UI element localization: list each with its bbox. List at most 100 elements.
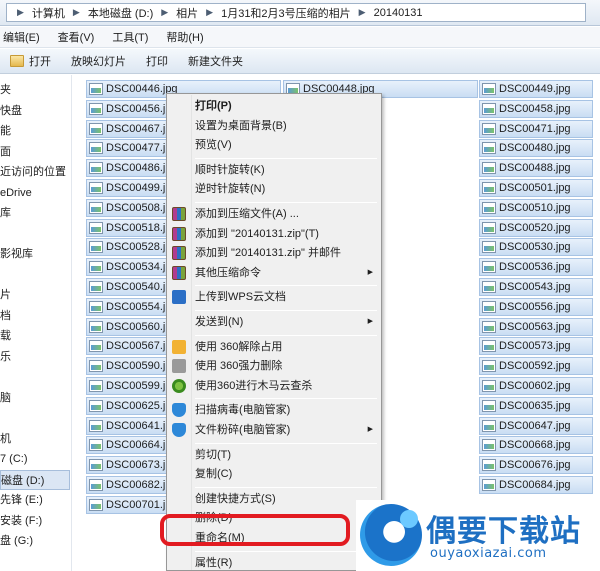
file-item[interactable]: DSC00488.jpg — [479, 159, 593, 178]
nav-item[interactable]: 乐 — [0, 347, 11, 367]
360-shred-icon — [172, 359, 186, 374]
breadcrumb-arrow-icon: ▶ — [358, 7, 366, 17]
file-item[interactable]: DSC00480.jpg — [479, 139, 593, 158]
breadcrumb-segment[interactable]: 1月31和2月3号压缩的相片 — [219, 5, 353, 21]
file-item[interactable]: DSC00668.jpg — [479, 436, 593, 455]
context-menu-item[interactable]: 使用 360强力删除 — [195, 357, 282, 375]
toolbar-button[interactable]: 打印 — [136, 49, 178, 73]
menu-item[interactable]: 帮助(H) — [157, 29, 212, 45]
context-menu-item[interactable]: 剪切(T) — [195, 446, 231, 464]
nav-item[interactable]: 快盘 — [0, 101, 22, 121]
nav-item[interactable]: 库 — [0, 203, 11, 223]
context-menu-item[interactable]: 创建快捷方式(S) — [195, 490, 276, 508]
file-item[interactable]: DSC00556.jpg — [479, 297, 593, 316]
image-file-icon — [89, 142, 103, 155]
file-item[interactable]: DSC00510.jpg — [479, 198, 593, 217]
nav-item[interactable]: eDrive — [0, 183, 32, 203]
file-item[interactable]: DSC00536.jpg — [479, 258, 593, 277]
nav-item[interactable]: 近访问的位置 — [0, 162, 66, 182]
nav-item[interactable]: 面 — [0, 142, 11, 162]
breadcrumb-arrow-icon: ▶ — [17, 7, 24, 17]
menu-item[interactable]: 编辑(E) — [0, 29, 49, 45]
file-item[interactable]: DSC00520.jpg — [479, 218, 593, 237]
context-menu-item[interactable]: 打印(P) — [195, 97, 232, 115]
file-item[interactable]: DSC00471.jpg — [479, 119, 593, 138]
toolbar-button[interactable]: 打开 — [0, 49, 61, 73]
file-item[interactable]: DSC00449.jpg — [479, 80, 593, 98]
file-item[interactable]: DSC00530.jpg — [479, 238, 593, 257]
context-menu-item[interactable]: 逆时针旋转(N) — [195, 180, 265, 198]
breadcrumb-segment[interactable]: 相片 — [174, 5, 200, 21]
file-item[interactable]: DSC00543.jpg — [479, 278, 593, 296]
context-menu-item[interactable]: 使用360进行木马云查杀 — [195, 377, 312, 395]
file-item[interactable]: DSC00573.jpg — [479, 337, 593, 356]
nav-item[interactable]: 档 — [0, 306, 11, 326]
context-menu-item[interactable]: 使用 360解除占用 — [195, 338, 282, 356]
context-menu-separator — [195, 486, 377, 488]
nav-item[interactable]: 载 — [0, 326, 11, 346]
file-item[interactable]: DSC00676.jpg — [479, 456, 593, 475]
file-item[interactable]: DSC00602.jpg — [479, 377, 593, 395]
nav-item[interactable]: 7 (C:) — [0, 449, 28, 469]
context-menu-item[interactable]: 复制(C) — [195, 465, 232, 483]
nav-item[interactable]: 安装 (F:) — [0, 511, 42, 531]
file-item[interactable]: DSC00684.jpg — [479, 476, 593, 494]
image-file-icon — [89, 102, 103, 115]
context-menu-item[interactable]: 设置为桌面背景(B) — [195, 117, 287, 135]
image-file-icon — [89, 261, 103, 274]
image-file-icon — [482, 102, 496, 115]
file-item[interactable]: DSC00592.jpg — [479, 357, 593, 376]
context-menu-icon-strip — [168, 95, 192, 570]
breadcrumb-segment[interactable]: 20140131 — [372, 7, 425, 19]
zip-icon — [172, 246, 186, 261]
file-item[interactable]: DSC00501.jpg — [479, 179, 593, 197]
nav-item[interactable]: 脑 — [0, 388, 11, 408]
nav-item[interactable]: 机 — [0, 429, 11, 449]
context-menu-separator — [195, 334, 377, 336]
context-menu-item[interactable]: 属性(R) — [195, 554, 232, 571]
context-menu-item[interactable]: 添加到 "20140131.zip"(T) — [195, 225, 319, 243]
context-menu: 打印(P) 设置为桌面背景(B) 预览(V) 顺时针旋转(K) 逆时针旋转(N) 添加到压… — [166, 93, 382, 571]
breadcrumb-segment[interactable]: 计算机 — [30, 5, 67, 21]
file-item[interactable]: DSC00635.jpg — [479, 396, 593, 415]
file-item[interactable]: DSC00458.jpg — [479, 99, 593, 118]
nav-item[interactable]: 磁盘 (D:) — [0, 469, 70, 490]
image-file-icon — [482, 439, 496, 452]
nav-item[interactable]: 能 — [0, 121, 11, 141]
breadcrumb[interactable]: ▶ 计算机 ▶ 本地磁盘 (D:) ▶ 相片 ▶ 1月31和2月3号压缩的相片 ▶ 2014013… — [6, 3, 586, 22]
image-file-icon — [89, 320, 103, 333]
file-name: DSC00530.jpg — [499, 241, 571, 254]
context-menu-item[interactable]: 其他压缩命令 — [195, 264, 261, 282]
open-icon — [10, 55, 24, 67]
context-menu-item[interactable]: 上传到WPS云文档 — [195, 288, 286, 306]
toolbar-button[interactable]: 放映幻灯片 — [61, 49, 136, 73]
context-menu-item[interactable]: 文件粉碎(电脑管家) — [195, 421, 290, 439]
file-item[interactable]: DSC00563.jpg — [479, 317, 593, 336]
image-file-icon — [89, 221, 103, 234]
context-menu-item[interactable]: 添加到压缩文件(A) ... — [195, 205, 299, 223]
context-menu-separator — [195, 310, 377, 311]
nav-item[interactable]: 影视库 — [0, 244, 33, 264]
file-name: DSC00543.jpg — [499, 281, 571, 293]
nav-item[interactable]: 盘 (G:) — [0, 531, 33, 551]
rename-highlight-ring — [160, 514, 350, 546]
toolbar-button[interactable]: 新建文件夹 — [178, 49, 253, 73]
context-menu-item[interactable]: 顺时针旋转(K) — [195, 161, 265, 179]
nav-item[interactable]: 先锋 (E:) — [0, 490, 43, 510]
image-file-icon — [482, 83, 496, 95]
menu-bar: 编辑(E) 查看(V) 工具(T) 帮助(H) — [0, 27, 600, 48]
context-menu-item[interactable]: 预览(V) — [195, 136, 232, 154]
file-item[interactable]: DSC00647.jpg — [479, 416, 593, 435]
navigation-pane: 夹快盘能面近访问的位置 eDrive 库影视库片档载乐脑机 7 (C:) 磁盘 (D:)… — [0, 75, 72, 571]
context-menu-item[interactable]: 添加到 "20140131.zip" 并邮件 — [195, 244, 341, 262]
nav-item[interactable]: 片 — [0, 285, 11, 305]
context-menu-item[interactable]: 发送到(N) — [195, 313, 243, 331]
image-file-icon — [482, 281, 496, 293]
menu-item[interactable]: 查看(V) — [49, 29, 104, 45]
menu-item[interactable]: 工具(T) — [103, 29, 157, 45]
file-name: DSC00592.jpg — [499, 360, 571, 373]
context-menu-item[interactable]: 扫描病毒(电脑管家) — [195, 401, 290, 419]
breadcrumb-segment[interactable]: 本地磁盘 (D:) — [86, 5, 155, 21]
context-menu-separator — [195, 442, 377, 444]
nav-item[interactable]: 夹 — [0, 80, 11, 100]
